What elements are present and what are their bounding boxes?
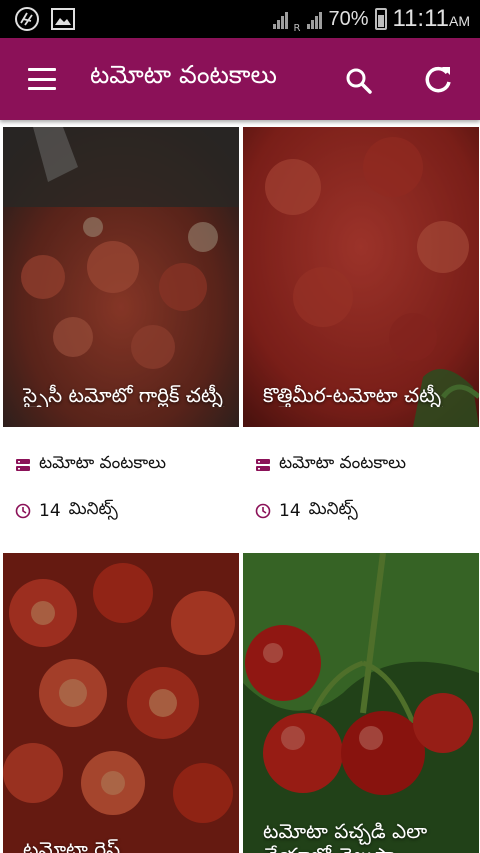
- clock-icon: [15, 503, 31, 519]
- category-icon: [256, 459, 270, 471]
- recipe-image[interactable]: కొత్తిమీర-టమోటా చట్నీ: [243, 127, 479, 427]
- app-notification-icon: [15, 7, 39, 31]
- image-overlay: [3, 553, 239, 853]
- refresh-icon[interactable]: [420, 62, 456, 98]
- status-bar-right: R 70% 11:11AM: [272, 4, 471, 34]
- image-overlay: [243, 127, 479, 427]
- menu-icon-line: [28, 87, 56, 90]
- image-overlay: [3, 127, 239, 427]
- time-value: 14: [279, 501, 301, 521]
- category-label: టమోటా వంటకాలు: [279, 453, 407, 473]
- signal-2-icon: [307, 9, 323, 29]
- recipe-card[interactable]: స్పైసీ టమోటో గార్లిక్ చట్నీ టమోటా వంటకాల…: [3, 127, 239, 551]
- recipe-category[interactable]: టమోటా వంటకాలు: [15, 453, 166, 477]
- recipe-category[interactable]: టమోటా వంటకాలు: [255, 453, 406, 477]
- recipe-image[interactable]: స్పైసీ టమోటో గార్లిక్ చట్నీ: [3, 127, 239, 427]
- image-notification-icon: [51, 8, 75, 30]
- recipe-time: 14 మినిట్స్: [255, 499, 358, 523]
- category-icon: [16, 459, 30, 471]
- page-title: టమోటా వంటకాలు: [90, 60, 277, 89]
- status-bar-left: [14, 6, 76, 32]
- clock-ampm: AM: [449, 13, 470, 29]
- recipe-card[interactable]: టమోటా రైస్: [3, 553, 239, 853]
- recipe-title[interactable]: టమోటా పచ్చడి ఎలా చేయాలో తెలుసా: [263, 819, 473, 853]
- battery-icon: [374, 8, 387, 30]
- clock-time: 11:11: [392, 5, 450, 32]
- recipe-meta: టమోటా వంటకాలు 14 మినిట్స్: [243, 427, 479, 551]
- recipe-title[interactable]: స్పైసీ టమోటో గార్లిక్ చట్నీ: [23, 383, 233, 407]
- menu-button[interactable]: [26, 66, 58, 92]
- recipe-image[interactable]: టమోటా రైస్: [3, 553, 239, 853]
- time-value: 14: [39, 501, 61, 521]
- image-overlay: [243, 553, 479, 853]
- status-bar: R 70% 11:11AM: [0, 0, 480, 38]
- recipe-card[interactable]: కొత్తిమీర-టమోటా చట్నీ టమోటా వంటకాలు 14 మ…: [243, 127, 479, 551]
- network-label: R: [293, 23, 301, 34]
- time-unit: మినిట్స్: [308, 499, 358, 519]
- category-label: టమోటా వంటకాలు: [39, 453, 167, 473]
- recipe-meta: టమోటా వంటకాలు 14 మినిట్స్: [3, 427, 239, 551]
- recipe-grid: స్పైసీ టమోటో గార్లిక్ చట్నీ టమోటా వంటకాల…: [0, 120, 480, 853]
- signal-icon: [272, 9, 288, 29]
- recipe-card[interactable]: టమోటా పచ్చడి ఎలా చేయాలో తెలుసా: [243, 553, 479, 853]
- menu-icon-line: [28, 77, 56, 81]
- recipe-title[interactable]: కొత్తిమీర-టమోటా చట్నీ: [263, 383, 473, 407]
- recipe-time: 14 మినిట్స్: [15, 499, 118, 523]
- battery-percent: 70%: [328, 7, 369, 30]
- search-icon[interactable]: [342, 64, 376, 98]
- clock-icon: [255, 503, 271, 519]
- recipe-image[interactable]: టమోటా పచ్చడి ఎలా చేయాలో తెలుసా: [243, 553, 479, 853]
- time-unit: మినిట్స్: [68, 499, 118, 519]
- menu-icon-line: [28, 68, 56, 71]
- clock: 11:11AM: [393, 5, 471, 33]
- app-bar: టమోటా వంటకాలు: [0, 38, 480, 120]
- recipe-title[interactable]: టమోటా రైస్: [23, 837, 233, 853]
